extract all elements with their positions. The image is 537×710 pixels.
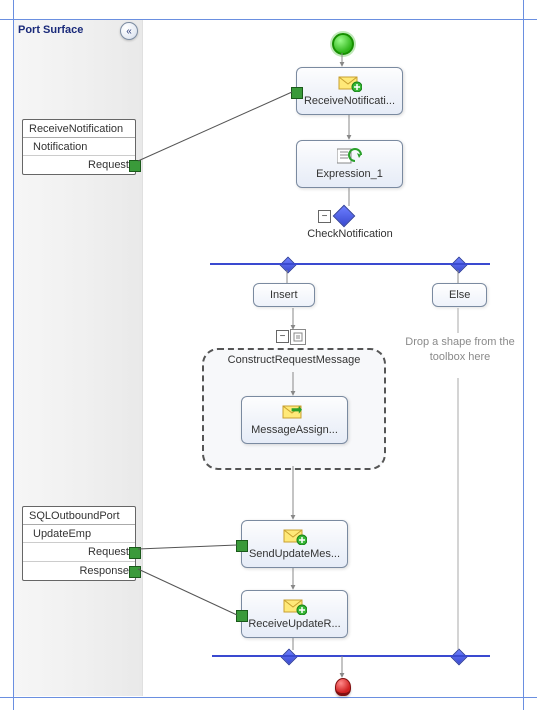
scope-doc-icon <box>290 329 306 345</box>
port-message-label: Request <box>88 546 129 558</box>
send-shape[interactable]: SendUpdateMes... <box>241 520 348 568</box>
shape-port-connector-icon[interactable] <box>236 610 248 622</box>
collapse-port-surface-button[interactable]: « <box>120 22 138 40</box>
collapse-decision-button[interactable]: − <box>318 210 331 223</box>
port-message-response[interactable]: Response <box>23 561 135 580</box>
end-node-icon <box>335 678 351 696</box>
branch-diamond-icon <box>280 257 297 274</box>
collapse-scope-button[interactable]: − <box>276 330 289 343</box>
port-message-request[interactable]: Request <box>23 155 135 174</box>
shape-label: SendUpdateMes... <box>248 547 341 560</box>
port-sql-outbound[interactable]: SQLOutboundPort UpdateEmp Request Respon… <box>22 506 136 581</box>
port-message-label: Response <box>79 565 129 577</box>
branch-label-text: Insert <box>270 289 298 301</box>
start-node-icon <box>332 33 354 55</box>
scope-title: ConstructRequestMessage <box>204 354 384 366</box>
shape-label: Expression_1 <box>303 167 396 180</box>
branch-label-text: Else <box>449 289 470 301</box>
expression-shape[interactable]: Expression_1 <box>296 140 403 188</box>
shape-port-connector-icon[interactable] <box>291 87 303 99</box>
decision-label: CheckNotification <box>295 228 405 240</box>
branch-diamond-icon <box>451 257 468 274</box>
guide-vline <box>523 0 524 710</box>
shape-label: ReceiveUpdateR... <box>248 617 341 630</box>
shape-port-connector-icon[interactable] <box>236 540 248 552</box>
shape-label: MessageAssign... <box>248 423 341 436</box>
port-operation: Notification <box>23 137 135 155</box>
envelope-plus-icon <box>338 74 362 92</box>
expression-icon <box>337 147 363 165</box>
receive-update-shape[interactable]: ReceiveUpdateR... <box>241 590 348 638</box>
shape-label: ReceiveNotificati... <box>303 94 396 107</box>
port-title: ReceiveNotification <box>23 120 135 137</box>
port-title: SQLOutboundPort <box>23 507 135 524</box>
branch-else[interactable]: Else <box>432 283 487 307</box>
port-connector-icon[interactable] <box>129 160 141 172</box>
envelope-arrow-icon <box>282 403 308 421</box>
port-operation: UpdateEmp <box>23 524 135 542</box>
branch-insert[interactable]: Insert <box>253 283 315 307</box>
decision-diamond-icon[interactable] <box>333 205 356 228</box>
port-message-request[interactable]: Request <box>23 542 135 561</box>
port-connector-icon[interactable] <box>129 566 141 578</box>
message-assign-shape[interactable]: MessageAssign... <box>241 396 348 444</box>
branch-diamond-icon <box>281 649 298 666</box>
envelope-plus-icon <box>283 527 307 545</box>
envelope-plus-icon <box>283 597 307 615</box>
orchestration-canvas: Port Surface « ReceiveNotification Notif… <box>0 0 537 710</box>
receive-shape[interactable]: ReceiveNotificati... <box>296 67 403 115</box>
port-surface-title: Port Surface <box>18 24 83 36</box>
port-message-label: Request <box>88 159 129 171</box>
guide-hline <box>0 697 537 698</box>
port-connector-icon[interactable] <box>129 547 141 559</box>
drop-placeholder[interactable]: Drop a shape from the toolbox here <box>405 335 515 366</box>
branch-diamond-icon <box>451 649 468 666</box>
port-receive-notification[interactable]: ReceiveNotification Notification Request <box>22 119 136 175</box>
